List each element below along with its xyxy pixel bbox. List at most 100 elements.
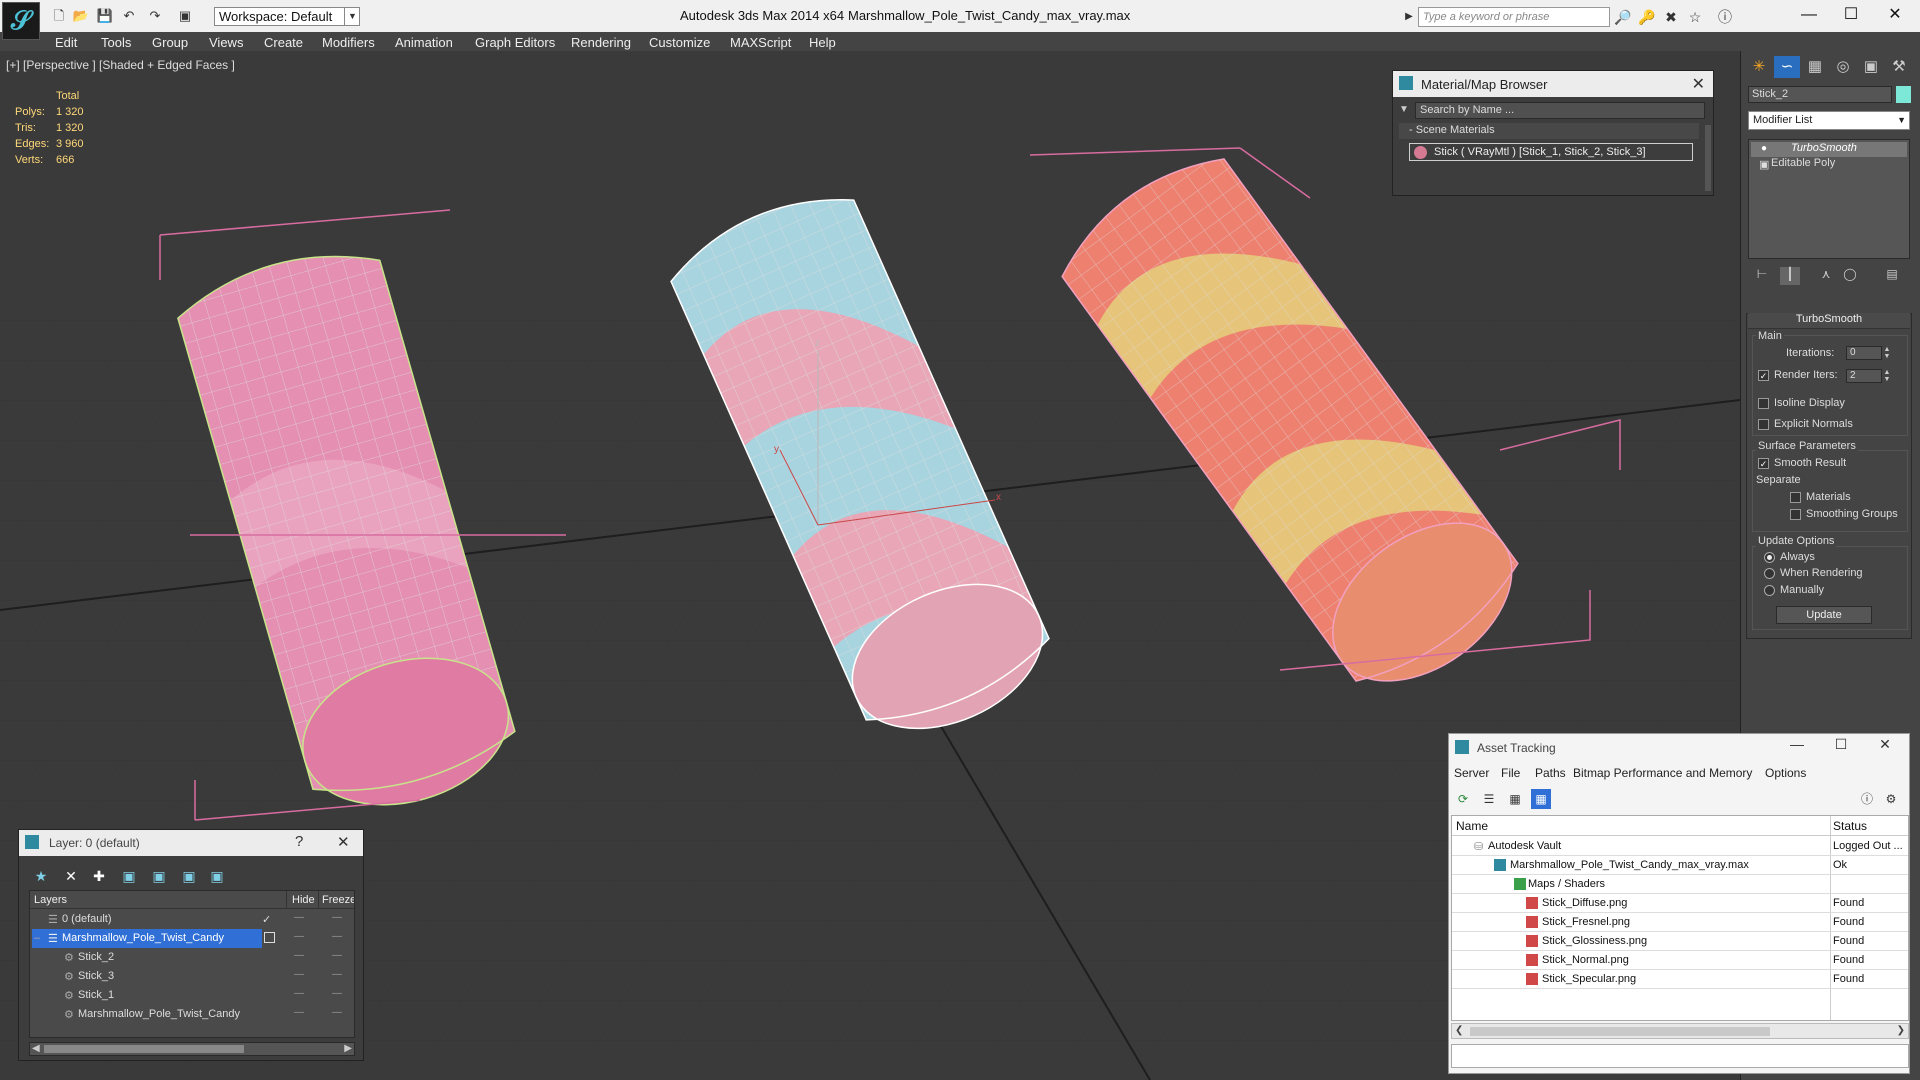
menu-help[interactable]: Help [809, 35, 836, 50]
modify-tab-icon[interactable]: ∽ [1774, 56, 1800, 78]
close-icon[interactable]: ✕ [1692, 74, 1705, 94]
asset-row[interactable]: Stick_Fresnel.png Found [1452, 913, 1908, 932]
create-tab-icon[interactable]: ✳ [1746, 56, 1772, 78]
asset-row[interactable]: Stick_Specular.png Found [1452, 970, 1908, 989]
viewport-label[interactable]: [+] [Perspective ] [Shaded + Edged Faces… [6, 58, 235, 72]
render-iters-checkbox[interactable]: ✓ [1758, 370, 1769, 381]
hide-toggle[interactable]: — [294, 931, 304, 942]
active-layer-check-icon[interactable]: ✓ [262, 913, 271, 926]
asset-row[interactable]: Stick_Diffuse.png Found [1452, 894, 1908, 913]
layer-row[interactable]: ⚙ Stick_2 — — [30, 948, 354, 967]
menu-modifiers[interactable]: Modifiers [322, 35, 375, 50]
scroll-left-icon[interactable]: ◀ [32, 1043, 40, 1054]
materials-checkbox[interactable] [1790, 492, 1801, 503]
menu-maxscript[interactable]: MAXScript [730, 35, 791, 50]
filter-arrow-icon[interactable]: ▼ [1399, 104, 1409, 115]
object-color-swatch[interactable] [1896, 86, 1911, 103]
asset-row[interactable]: Stick_Glossiness.png Found [1452, 932, 1908, 951]
when-rendering-radio[interactable] [1764, 568, 1775, 579]
asset-row[interactable]: Maps / Shaders [1452, 875, 1908, 894]
close-icon[interactable]: ✕ [1872, 2, 1918, 28]
display-tab-icon[interactable]: ▣ [1858, 56, 1884, 78]
freeze-toggle[interactable]: — [332, 912, 342, 923]
column-hide[interactable]: Hide [292, 894, 315, 906]
hierarchy-tab-icon[interactable]: ▦ [1802, 56, 1828, 78]
close-icon[interactable]: ✕ [1865, 736, 1905, 758]
undo-icon[interactable]: ↶ [120, 8, 138, 24]
key-icon[interactable]: 🔑 [1638, 8, 1656, 26]
scrollbar[interactable] [1705, 125, 1711, 191]
menu-options[interactable]: Options [1765, 766, 1806, 780]
spinner-arrows-icon[interactable]: ▲ ▼ [1882, 346, 1892, 360]
column-layers[interactable]: Layers [34, 894, 67, 906]
detail-view-icon[interactable]: ▦ [1505, 789, 1525, 809]
show-end-result-icon[interactable]: ┃ [1780, 267, 1800, 285]
horizontal-scrollbar[interactable]: ◀ ▶ [29, 1042, 355, 1056]
freeze-toggle[interactable]: — [332, 1007, 342, 1018]
horizontal-scrollbar[interactable]: ❮ ❯ [1451, 1023, 1909, 1039]
workspace-dropdown[interactable]: Workspace: Default [214, 7, 360, 26]
menu-views[interactable]: Views [209, 35, 243, 50]
asset-row[interactable]: Stick_Normal.png Found [1452, 951, 1908, 970]
utilities-tab-icon[interactable]: ⚒ [1886, 56, 1912, 78]
maximize-icon[interactable]: ☐ [1821, 736, 1861, 758]
add-to-layer-icon[interactable]: ✚ [89, 866, 109, 886]
expand-icon[interactable]: ▣ [1759, 158, 1769, 171]
object-name-field[interactable]: Stick_2 [1748, 86, 1892, 103]
menu-paths[interactable]: Paths [1535, 766, 1566, 780]
layer-explorer-header[interactable]: Layer: 0 (default) [19, 830, 363, 856]
menu-file[interactable]: File [1501, 766, 1520, 780]
configure-sets-icon[interactable]: ▤ [1882, 267, 1902, 285]
delete-layer-icon[interactable]: ✕ [61, 866, 81, 886]
freeze-toggle[interactable]: — [332, 988, 342, 999]
scroll-left-icon[interactable]: ❮ [1455, 1025, 1463, 1036]
app-logo-icon[interactable]: 𝒮 [2, 2, 40, 40]
layer-row[interactable]: ⚙ Marshmallow_Pole_Twist_Candy — — [30, 1005, 354, 1024]
minimize-icon[interactable]: — [1777, 736, 1817, 758]
motion-tab-icon[interactable]: ◎ [1830, 56, 1856, 78]
set-active-layer-icon[interactable] [264, 932, 275, 943]
lightbulb-icon[interactable]: ● [1761, 143, 1767, 154]
menu-graph-editors[interactable]: Graph Editors [475, 35, 555, 50]
new-file-icon[interactable]: 🗋 [50, 8, 68, 24]
expand-arrow-icon[interactable]: ▶ [1400, 8, 1418, 26]
minimize-icon[interactable]: — [1786, 2, 1832, 28]
spinner-arrows-icon[interactable]: ▲ ▼ [1882, 369, 1892, 383]
layer-row[interactable]: ☰ 0 (default) ✓ — — [30, 910, 354, 929]
scroll-right-icon[interactable]: ❯ [1897, 1025, 1905, 1036]
settings-icon[interactable]: ⚙ [1881, 789, 1901, 809]
freeze-toggle[interactable]: — [332, 950, 342, 961]
scrollbar-thumb[interactable] [1470, 1027, 1770, 1036]
maximize-icon[interactable]: ☐ [1828, 2, 1874, 28]
exchange-icon[interactable]: ✖ [1662, 8, 1680, 26]
menu-server[interactable]: Server [1454, 766, 1489, 780]
layer-row[interactable]: ⚙ Stick_3 — — [30, 967, 354, 986]
menu-edit[interactable]: Edit [55, 35, 77, 50]
freeze-toggle[interactable]: — [332, 931, 342, 942]
layer-row[interactable]: ⚙ Stick_1 — — [30, 986, 354, 1005]
menu-animation[interactable]: Animation [395, 35, 453, 50]
modifier-list-dropdown[interactable]: Modifier List ▼ [1748, 111, 1910, 130]
table-view-icon[interactable]: ▦ [1531, 789, 1551, 809]
menu-group[interactable]: Group [152, 35, 188, 50]
menu-create[interactable]: Create [264, 35, 303, 50]
hide-toggle[interactable]: — [294, 1007, 304, 1018]
new-layer-icon[interactable]: ★ [31, 866, 51, 886]
redo-icon[interactable]: ↷ [146, 8, 164, 24]
scroll-right-icon[interactable]: ▶ [344, 1043, 352, 1054]
help-icon[interactable]: ? [295, 833, 303, 850]
rollout-header[interactable]: TurboSmooth [1748, 313, 1910, 329]
stack-item-editable-poly[interactable]: ▣ Editable Poly [1751, 157, 1907, 172]
menu-rendering[interactable]: Rendering [571, 35, 631, 50]
hide-toggle[interactable]: — [294, 950, 304, 961]
manually-radio[interactable] [1764, 585, 1775, 596]
render-iters-spinner[interactable]: 2 [1846, 369, 1882, 383]
help-icon[interactable]: ⓘ [1716, 8, 1734, 26]
star-icon[interactable]: ☆ [1686, 8, 1704, 26]
stack-item-turbosmooth[interactable]: ● TurboSmooth [1751, 142, 1907, 157]
open-file-icon[interactable]: 📂 [72, 8, 90, 24]
material-browser-header[interactable]: Material/Map Browser [1393, 71, 1713, 97]
close-icon[interactable]: ✕ [337, 833, 350, 851]
layer-row[interactable]: – ☰ Marshmallow_Pole_Twist_Candy — — [30, 929, 354, 948]
column-status[interactable]: Status [1833, 819, 1867, 833]
